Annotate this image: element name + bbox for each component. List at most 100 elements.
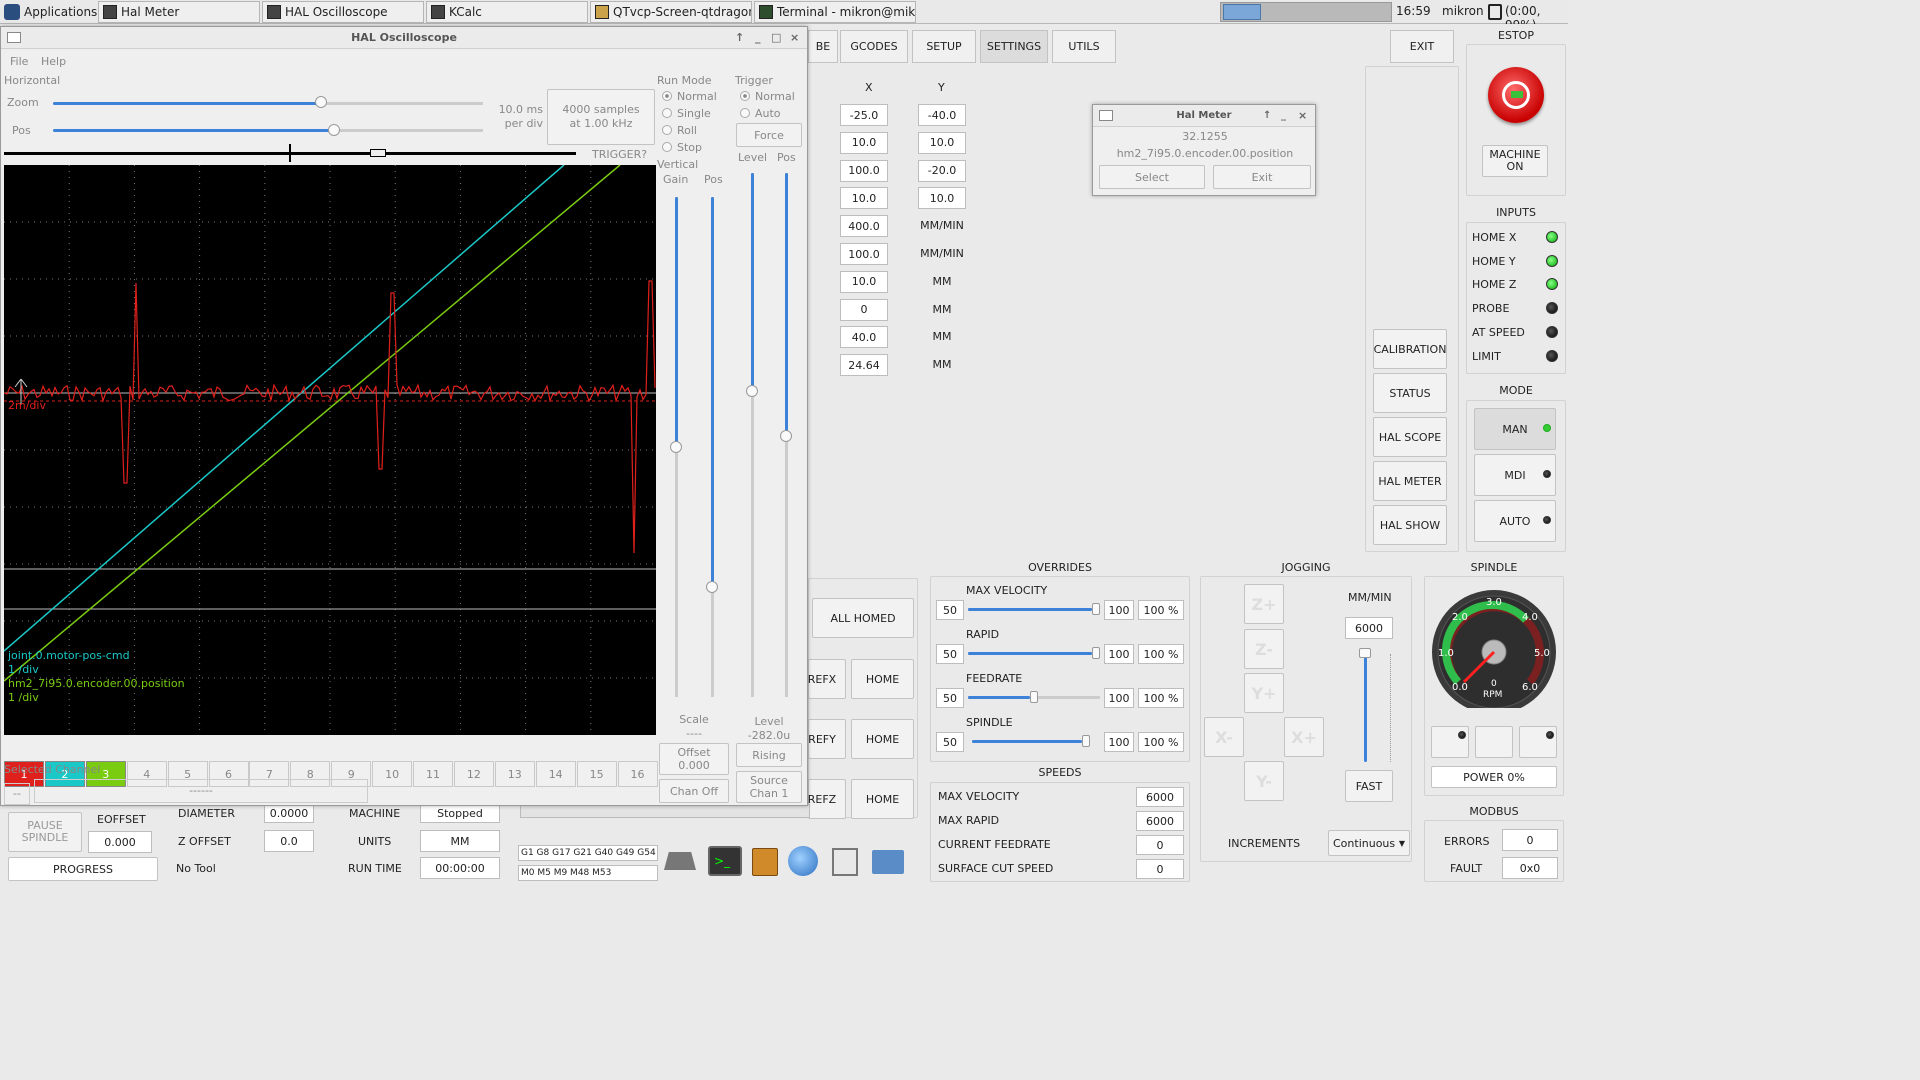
- estop-button[interactable]: [1488, 67, 1544, 123]
- setting-y-field[interactable]: 10.0: [918, 131, 966, 154]
- trigger-normal-radio[interactable]: [740, 91, 750, 101]
- override-rapid-knob[interactable]: [1092, 647, 1100, 659]
- hal-scope-titlebar[interactable]: HAL Oscilloscope ↑ _ □ ×: [1, 27, 807, 49]
- home-z-button[interactable]: HOME: [851, 779, 914, 819]
- spindle-cw-button[interactable]: [1519, 726, 1557, 758]
- override-feedrate-min[interactable]: 50: [936, 688, 964, 708]
- trigger-level-slider[interactable]: [751, 173, 754, 391]
- override-max-velocity-max[interactable]: 100: [1104, 600, 1134, 620]
- pos-knob[interactable]: [328, 124, 340, 136]
- override-spindle-knob[interactable]: [1082, 735, 1090, 747]
- setting-x-field[interactable]: -25.0: [840, 104, 888, 126]
- workspace-1[interactable]: [1223, 4, 1261, 20]
- setting-x-field[interactable]: 10.0: [840, 131, 888, 154]
- applications-menu[interactable]: Applications: [2, 2, 97, 22]
- jog-rate-slider[interactable]: [1364, 654, 1367, 762]
- override-feedrate-max[interactable]: 100: [1104, 688, 1134, 708]
- run-roll-radio[interactable]: [662, 125, 672, 135]
- home-y-button[interactable]: HOME: [851, 719, 914, 759]
- setting-x-field[interactable]: 10.0: [840, 270, 888, 293]
- setting-x-field[interactable]: 0: [840, 298, 888, 321]
- override-max-velocity-min[interactable]: 50: [936, 600, 964, 620]
- channel-10-button[interactable]: 10: [372, 761, 413, 787]
- task-kcalc[interactable]: KCalc: [426, 1, 588, 23]
- force-button[interactable]: Force: [736, 123, 802, 147]
- scope-display[interactable]: 2m/divjoint.0.motor-pos-cmd1 /divhm2_7i9…: [4, 165, 656, 735]
- override-spindle-min[interactable]: 50: [936, 732, 964, 752]
- trigger-level-knob[interactable]: [746, 385, 758, 397]
- channel-16-button[interactable]: 16: [617, 761, 658, 787]
- setting-y-field[interactable]: 10.0: [918, 187, 966, 210]
- hal-show-button[interactable]: HAL SHOW: [1373, 505, 1447, 545]
- refy-button[interactable]: REFY: [808, 719, 846, 759]
- refx-button[interactable]: REFX: [808, 659, 846, 699]
- channel-13-button[interactable]: 13: [494, 761, 535, 787]
- override-rapid-slider[interactable]: [968, 652, 1092, 655]
- override-feedrate-knob[interactable]: [1030, 691, 1038, 703]
- folder-icon[interactable]: [872, 850, 904, 874]
- override-feedrate-slider[interactable]: [968, 696, 1030, 699]
- fast-button[interactable]: FAST: [1345, 770, 1393, 802]
- pause-spindle-button[interactable]: PAUSE SPINDLE: [8, 812, 82, 852]
- setting-x-field[interactable]: 24.64: [840, 354, 888, 377]
- workspace-switcher[interactable]: [1220, 2, 1392, 22]
- source-button[interactable]: Source Chan 1: [736, 771, 802, 803]
- keep-above-icon[interactable]: ↑: [735, 27, 744, 49]
- channel-11-button[interactable]: 11: [413, 761, 453, 787]
- override-spindle-max[interactable]: 100: [1104, 732, 1134, 752]
- hal-scope-button[interactable]: HAL SCOPE: [1373, 417, 1447, 457]
- channel-15-button[interactable]: 15: [576, 761, 617, 787]
- setting-y-field[interactable]: -20.0: [918, 159, 966, 182]
- setting-x-field[interactable]: 10.0: [840, 187, 888, 210]
- jog-y-plus-button[interactable]: Y+: [1244, 673, 1284, 713]
- setting-y-field[interactable]: -40.0: [918, 104, 966, 126]
- user-menu[interactable]: mikron: [1442, 4, 1484, 18]
- task-qtvcp[interactable]: QTvcp-Screen-qtdragon...: [590, 1, 752, 23]
- file-cabinet-icon[interactable]: [752, 848, 778, 876]
- offset-button[interactable]: Offset 0.000: [659, 743, 729, 775]
- gain-slider[interactable]: [675, 197, 678, 447]
- spindle-ccw-button[interactable]: [1431, 726, 1469, 758]
- chan-off-button[interactable]: Chan Off: [659, 779, 729, 803]
- close-icon[interactable]: ×: [790, 27, 799, 49]
- hal-meter-titlebar[interactable]: Hal Meter ↑ _ ×: [1093, 105, 1315, 127]
- jog-z-minus-button[interactable]: Z-: [1244, 629, 1284, 669]
- task-terminal[interactable]: Terminal - mikron@mik...: [754, 1, 916, 23]
- window-menu-icon[interactable]: [1099, 110, 1113, 121]
- run-normal-radio[interactable]: [662, 91, 672, 101]
- trigger-auto-radio[interactable]: [740, 108, 750, 118]
- gain-knob[interactable]: [670, 441, 682, 453]
- globe-icon[interactable]: [788, 846, 818, 876]
- task-hal-meter[interactable]: Hal Meter: [98, 1, 260, 23]
- close-icon[interactable]: ×: [1298, 105, 1307, 127]
- minimize-icon[interactable]: _: [1281, 105, 1286, 127]
- zoom-knob[interactable]: [315, 96, 327, 108]
- jog-z-plus-button[interactable]: Z+: [1244, 584, 1284, 624]
- override-spindle-slider[interactable]: [972, 740, 1082, 743]
- hal-meter-button[interactable]: HAL METER: [1373, 461, 1447, 501]
- increments-select[interactable]: Continuous ▼: [1328, 830, 1410, 856]
- magnifier-icon[interactable]: [832, 848, 858, 876]
- channel-12-button[interactable]: 12: [453, 761, 494, 787]
- setting-x-field[interactable]: 400.0: [840, 215, 888, 238]
- jog-x-minus-button[interactable]: X-: [1204, 717, 1244, 757]
- run-stop-radio[interactable]: [662, 142, 672, 152]
- nav-tab-probe[interactable]: BE: [808, 30, 838, 63]
- all-homed-button[interactable]: ALL HOMED: [812, 598, 914, 638]
- task-hal-oscilloscope[interactable]: HAL Oscilloscope: [262, 1, 424, 23]
- keep-above-icon[interactable]: ↑: [1263, 105, 1271, 127]
- run-single-radio[interactable]: [662, 108, 672, 118]
- machine-on-button[interactable]: MACHINE ON: [1482, 145, 1548, 177]
- refz-button[interactable]: REFZ: [808, 779, 846, 819]
- rising-button[interactable]: Rising: [736, 743, 802, 767]
- calibration-button[interactable]: CALIBRATION: [1373, 329, 1447, 369]
- jog-rate-knob[interactable]: [1359, 648, 1371, 658]
- trackpad-icon[interactable]: [664, 852, 696, 870]
- window-menu-icon[interactable]: [7, 32, 21, 43]
- trigger-pos-knob[interactable]: [780, 430, 792, 442]
- menu-help[interactable]: Help: [41, 55, 66, 68]
- nav-tab-utils[interactable]: UTILS: [1052, 30, 1116, 63]
- hal-meter-exit-button[interactable]: Exit: [1213, 165, 1311, 189]
- nav-tab-gcodes[interactable]: GCODES: [840, 30, 908, 63]
- nav-tab-setup[interactable]: SETUP: [912, 30, 976, 63]
